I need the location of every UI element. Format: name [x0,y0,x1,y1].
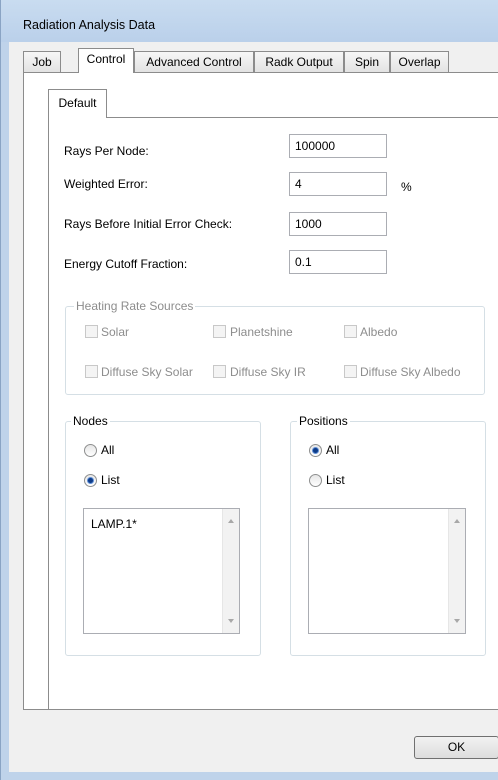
tab-job[interactable]: Job [23,51,61,72]
tab-default[interactable]: Default [48,89,107,118]
nodes-all-radio[interactable] [84,444,97,457]
nodes-list-radio[interactable] [84,474,97,487]
rays-per-node-input[interactable]: 100000 [289,134,387,158]
albedo-checkbox[interactable] [344,325,357,338]
list-item[interactable]: LAMP.1* [91,517,137,531]
positions-scrollbar[interactable] [448,509,465,633]
positions-title: Positions [297,414,350,428]
scroll-down-icon[interactable] [454,619,460,623]
planetshine-label: Planetshine [230,325,293,339]
positions-all-radio[interactable] [309,444,322,457]
nodes-all-label: All [101,443,115,457]
planetshine-checkbox[interactable] [213,325,226,338]
rays-per-node-label: Rays Per Node: [64,144,149,158]
weighted-error-input[interactable]: 4 [289,172,387,196]
energy-cutoff-label: Energy Cutoff Fraction: [64,257,188,271]
scroll-up-icon[interactable] [454,519,460,523]
heating-rate-sources-group [65,306,485,395]
albedo-label: Albedo [360,325,398,339]
heating-rate-sources-title: Heating Rate Sources [74,299,196,313]
diffuse-sky-albedo-label: Diffuse Sky Albedo [360,365,461,379]
energy-cutoff-input[interactable]: 0.1 [289,250,387,274]
positions-list-radio[interactable] [309,474,322,487]
percent-unit-label: % [401,180,412,194]
scroll-down-icon[interactable] [228,619,234,623]
tab-radk-output[interactable]: Radk Output [254,51,344,72]
solar-label: Solar [101,325,130,339]
diffuse-sky-solar-checkbox[interactable] [85,365,98,378]
diffuse-sky-solar-label: Diffuse Sky Solar [101,365,193,379]
nodes-scrollbar[interactable] [222,509,239,633]
rays-before-check-input[interactable]: 1000 [289,212,387,236]
nodes-list-label: List [101,473,120,487]
positions-list-label: List [326,473,345,487]
tab-control[interactable]: Control [78,48,134,73]
positions-all-label: All [326,443,340,457]
scroll-up-icon[interactable] [228,519,234,523]
diffuse-sky-ir-checkbox[interactable] [213,365,226,378]
dialog-window: Radiation Analysis Data Job Control Adva… [0,0,498,780]
positions-listbox[interactable] [308,508,466,634]
tab-spin[interactable]: Spin [344,51,390,72]
weighted-error-label: Weighted Error: [64,177,148,191]
solar-checkbox[interactable] [85,325,98,338]
nodes-title: Nodes [71,414,110,428]
diffuse-sky-albedo-checkbox[interactable] [344,365,357,378]
tab-advanced-control[interactable]: Advanced Control [134,51,254,72]
tab-overlap[interactable]: Overlap [390,51,449,72]
rays-before-check-label: Rays Before Initial Error Check: [64,217,233,231]
window-title: Radiation Analysis Data [23,18,156,32]
title-bar[interactable]: Radiation Analysis Data [1,0,498,42]
ok-button[interactable]: OK [414,736,498,759]
diffuse-sky-ir-label: Diffuse Sky IR [230,365,306,379]
nodes-listbox[interactable]: LAMP.1* [83,508,240,634]
